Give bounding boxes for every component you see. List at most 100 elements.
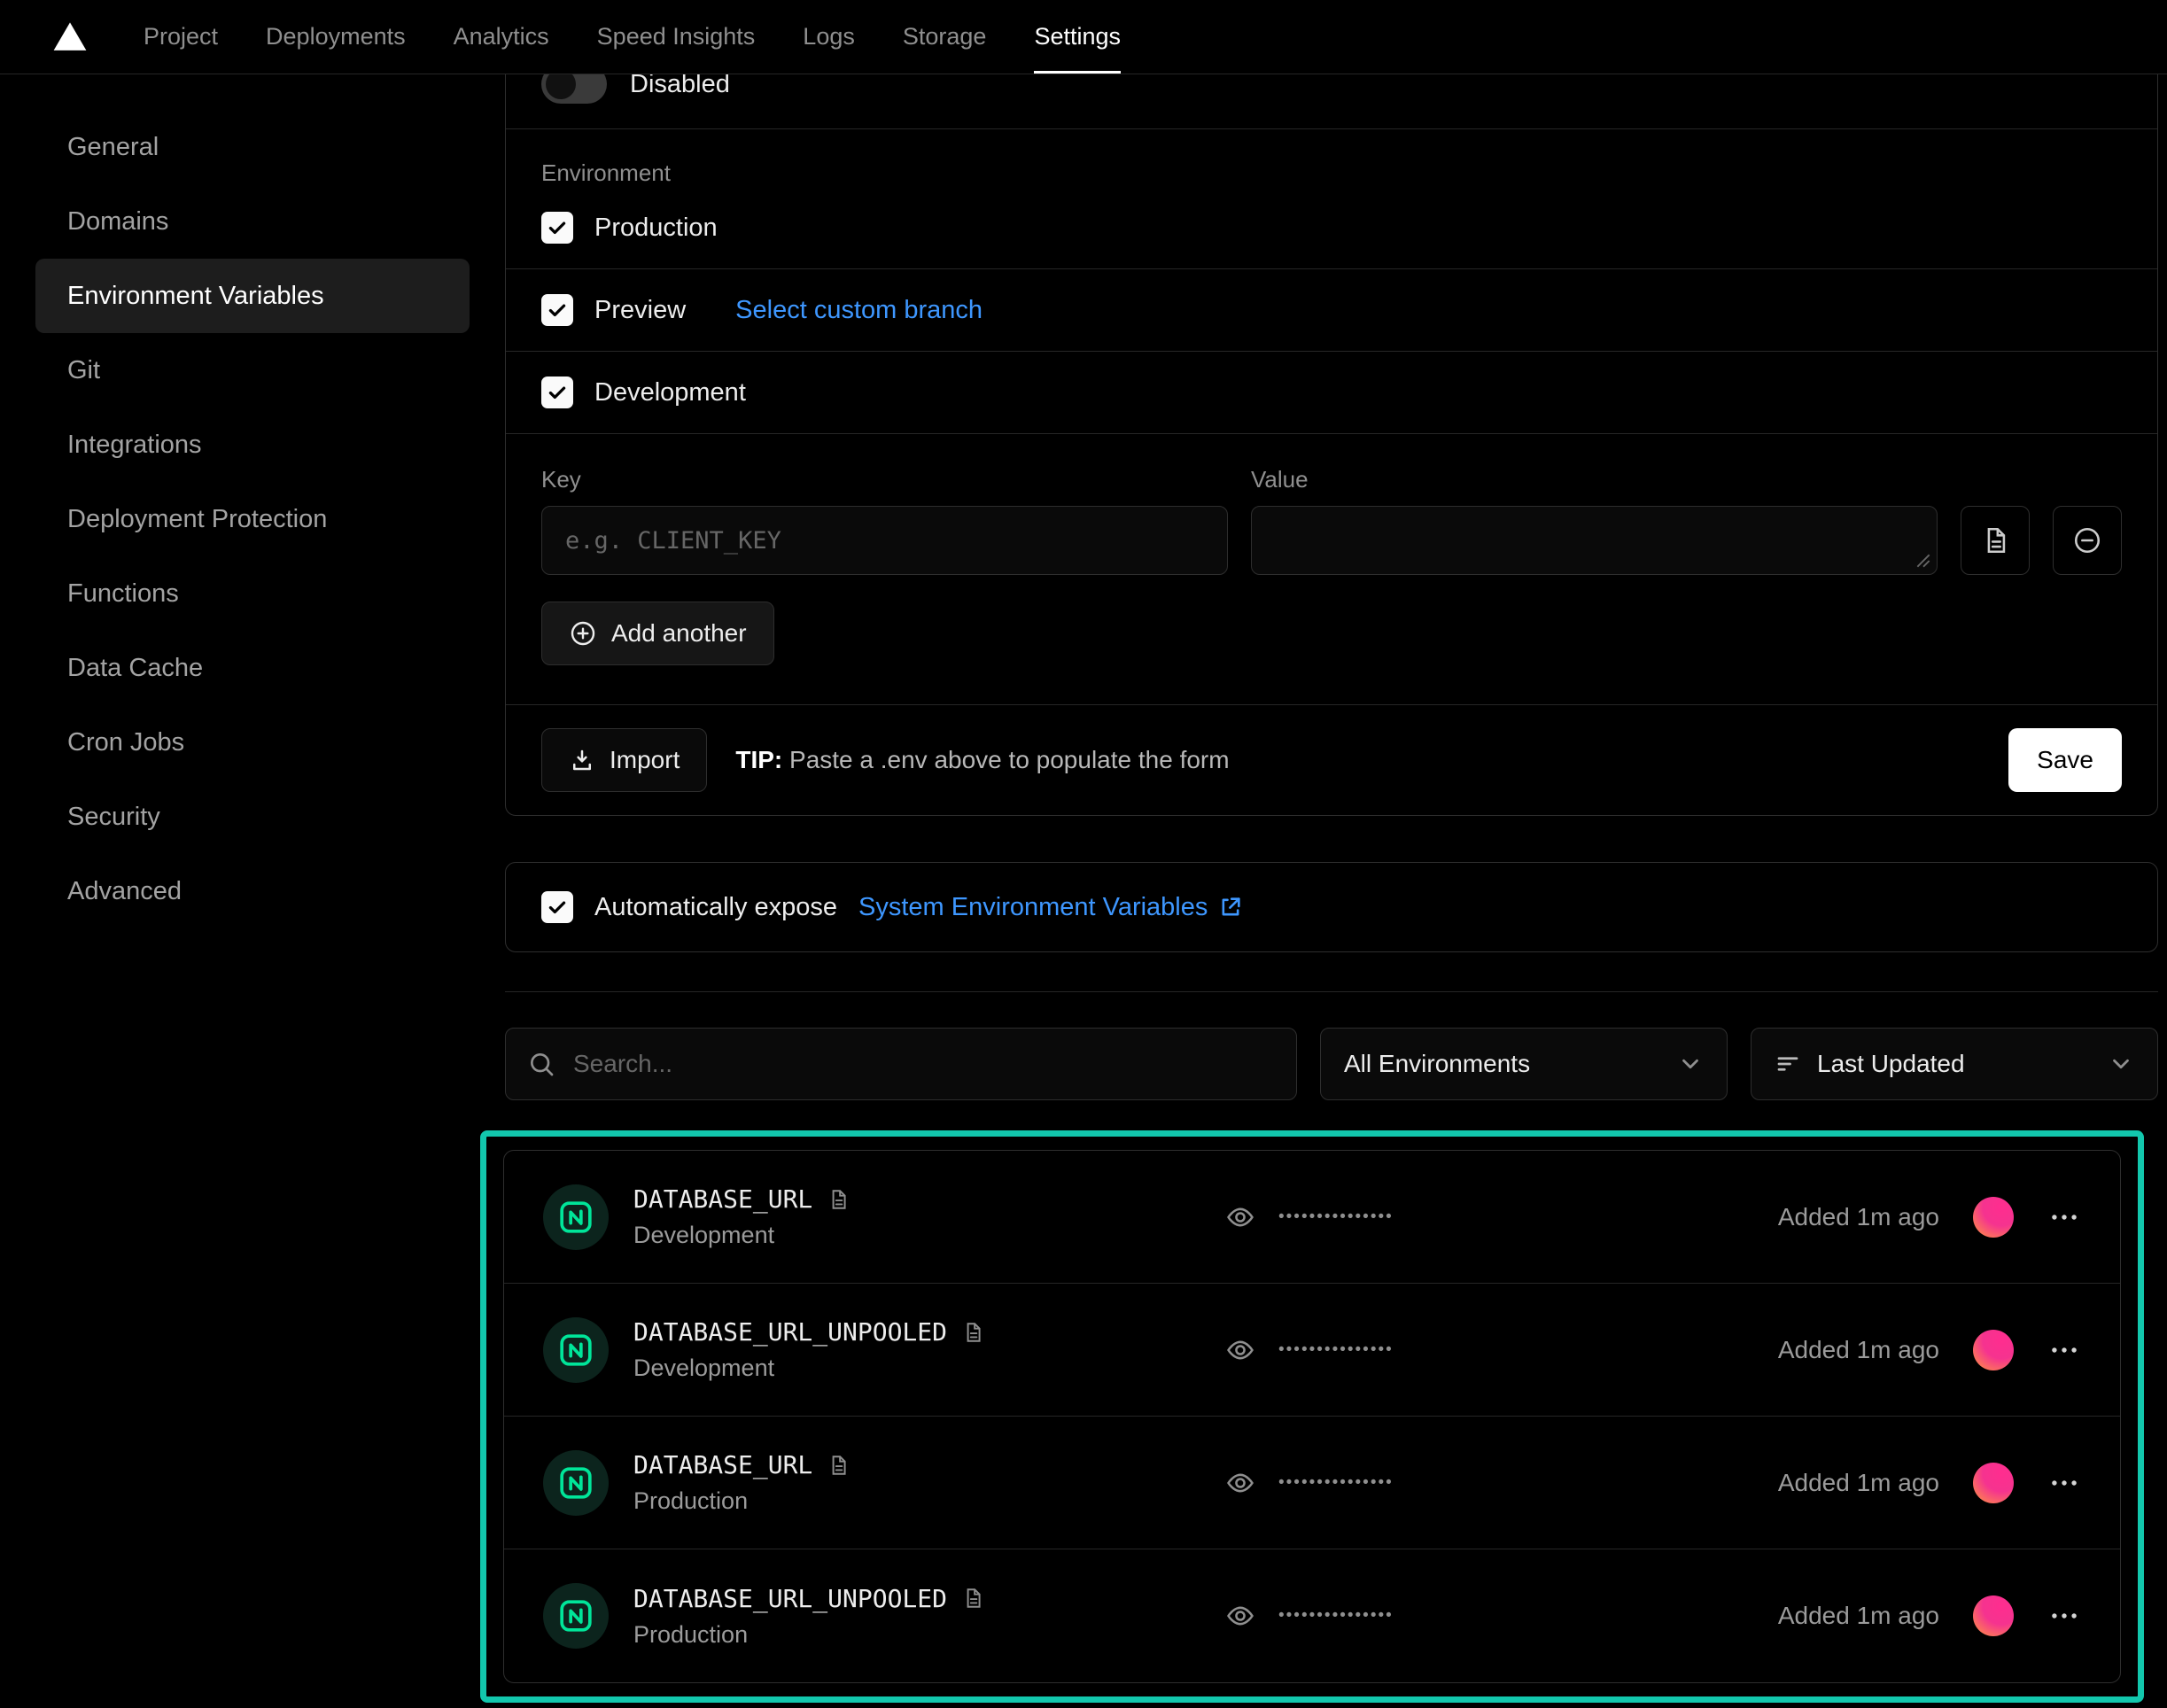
added-timestamp: Added 1m ago [1778,1602,1939,1630]
settings-sidebar: General Domains Environment Variables Gi… [0,74,505,928]
development-checkbox[interactable] [541,377,573,408]
nav-item-storage[interactable]: Storage [903,0,987,74]
value-input[interactable] [1251,506,1938,575]
neon-integration-icon [543,1184,609,1250]
system-env-text: Automatically expose [594,893,837,922]
row-menu-button[interactable] [2047,1200,2081,1234]
select-custom-branch-link[interactable]: Select custom branch [735,296,983,325]
system-env-checkbox[interactable] [541,891,573,923]
preview-label: Preview [594,296,686,325]
masked-value: ••••••••••••••• [1278,1207,1394,1227]
environment-option-development: Development [506,352,2157,433]
form-footer: Import TIP: Paste a .env above to popula… [506,704,2157,815]
sidebar-item-domains[interactable]: Domains [35,184,470,259]
paste-env-button[interactable] [1961,506,2030,575]
reveal-value-eye-icon[interactable] [1225,1202,1255,1232]
sidebar-item-advanced[interactable]: Advanced [35,854,470,928]
nav-item-project[interactable]: Project [144,0,218,74]
env-var-info: DATABASE_URL_UNPOOLED Production [543,1583,1225,1649]
environment-option-preview: Preview Select custom branch [506,269,2157,351]
preview-checkbox[interactable] [541,294,573,326]
nav-item-deployments[interactable]: Deployments [266,0,406,74]
row-menu-button[interactable] [2047,1599,2081,1633]
sidebar-item-integrations[interactable]: Integrations [35,408,470,482]
system-env-link-text: System Environment Variables [858,893,1208,922]
env-var-environment: Development [633,1355,984,1382]
search-icon [527,1050,555,1078]
search-input[interactable] [573,1050,1275,1078]
remove-row-button[interactable] [2053,506,2122,575]
env-var-name: DATABASE_URL [633,1450,812,1479]
reveal-value-eye-icon[interactable] [1225,1468,1255,1498]
nav-item-speed-insights[interactable]: Speed Insights [597,0,756,74]
nav-item-analytics[interactable]: Analytics [454,0,549,74]
env-var-name: DATABASE_URL_UNPOOLED [633,1584,947,1613]
resize-grip-icon[interactable] [1916,554,1930,568]
key-label: Key [541,466,1228,493]
masked-value: ••••••••••••••• [1278,1606,1394,1626]
key-input[interactable] [541,506,1228,575]
added-timestamp: Added 1m ago [1778,1469,1939,1497]
checkbox-check-icon [546,896,569,919]
env-var-info: DATABASE_URL_UNPOOLED Development [543,1317,1225,1383]
env-var-row-1: DATABASE_URL Development ••••• [504,1151,2120,1284]
note-icon[interactable] [961,1587,984,1610]
sidebar-item-deployment-protection[interactable]: Deployment Protection [35,482,470,556]
sidebar-item-functions[interactable]: Functions [35,556,470,631]
env-var-row-2: DATABASE_URL_UNPOOLED Development [504,1284,2120,1417]
nav-item-logs[interactable]: Logs [803,0,855,74]
main-content: Disabled Environment Production [505,74,2167,1703]
user-avatar [1973,1330,2014,1370]
added-timestamp: Added 1m ago [1778,1336,1939,1364]
chevron-down-icon [1677,1051,1704,1077]
tip-prefix: TIP: [735,746,782,773]
row-menu-button[interactable] [2047,1333,2081,1367]
row-menu-button[interactable] [2047,1466,2081,1500]
checkbox-check-icon [546,299,569,322]
production-checkbox[interactable] [541,212,573,244]
sidebar-item-data-cache[interactable]: Data Cache [35,631,470,705]
sort-icon [1775,1051,1801,1077]
environment-option-production: Production [506,187,2157,268]
env-var-info: DATABASE_URL Development [543,1184,1225,1250]
env-var-environment: Production [633,1621,984,1649]
add-another-button[interactable]: Add another [541,602,774,665]
top-navbar: Project Deployments Analytics Speed Insi… [0,0,2167,74]
reveal-value-eye-icon[interactable] [1225,1335,1255,1365]
vercel-logo-icon[interactable] [50,19,90,56]
import-button[interactable]: Import [541,728,707,792]
note-icon[interactable] [961,1321,984,1344]
sidebar-item-general[interactable]: General [35,110,470,184]
import-tip: TIP: Paste a .env above to populate the … [735,746,1229,774]
env-var-list: DATABASE_URL Development ••••• [503,1150,2121,1683]
nav-item-settings[interactable]: Settings [1034,0,1121,74]
tip-text: Paste a .env above to populate the form [789,746,1230,773]
sort-select[interactable]: Last Updated [1751,1028,2158,1100]
document-icon [1980,525,2010,555]
reveal-value-eye-icon[interactable] [1225,1601,1255,1631]
value-field: Value [1251,466,1938,575]
section-divider [505,991,2158,992]
env-var-name: DATABASE_URL [633,1184,812,1214]
download-icon [569,747,595,773]
sidebar-item-git[interactable]: Git [35,333,470,408]
sidebar-item-security[interactable]: Security [35,780,470,854]
neon-integration-icon [543,1317,609,1383]
checkbox-check-icon [546,381,569,404]
note-icon[interactable] [827,1454,850,1477]
value-label: Value [1251,466,1938,493]
note-icon[interactable] [827,1188,850,1211]
sidebar-item-cron-jobs[interactable]: Cron Jobs [35,705,470,780]
sidebar-item-environment-variables[interactable]: Environment Variables [35,259,470,333]
environment-section-label: Environment [506,129,2157,187]
environment-filter-select[interactable]: All Environments [1320,1028,1728,1100]
system-env-card: Automatically expose System Environment … [505,862,2158,952]
external-link-icon [1218,895,1243,920]
add-env-var-card: Disabled Environment Production [505,18,2158,816]
system-env-link[interactable]: System Environment Variables [858,893,1243,922]
save-button[interactable]: Save [2008,728,2122,792]
env-var-name: DATABASE_URL_UNPOOLED [633,1317,947,1347]
checkbox-check-icon [546,216,569,239]
added-timestamp: Added 1m ago [1778,1203,1939,1231]
env-var-environment: Production [633,1487,850,1515]
